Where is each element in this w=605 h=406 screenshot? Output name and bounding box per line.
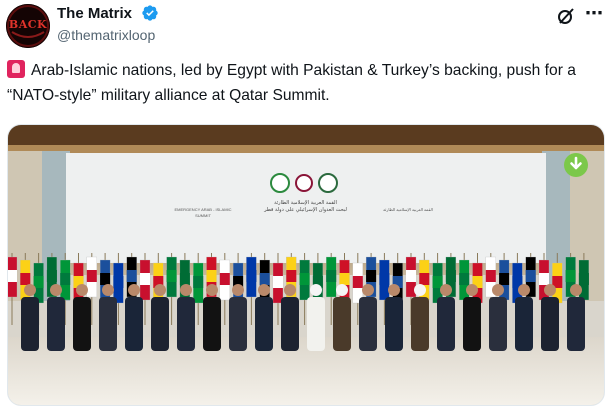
grok-icon[interactable] <box>556 6 576 26</box>
flag-stripe <box>86 270 97 282</box>
flag-stripe <box>140 273 150 285</box>
delegate-head <box>128 284 140 296</box>
flag-stripe <box>20 273 31 285</box>
delegate-head <box>388 284 400 296</box>
delegate <box>489 297 507 351</box>
summit-photo <box>8 125 604 405</box>
delegate <box>307 297 325 351</box>
banner-center-title: القمة العربية الإسلامية الطارئة <box>274 200 337 206</box>
delegate-head <box>76 284 88 296</box>
delegate <box>463 297 481 351</box>
flag-stripe <box>273 276 283 288</box>
delegate <box>333 297 351 351</box>
delegate <box>125 297 143 351</box>
delegate <box>73 297 91 351</box>
flag-stripe <box>326 270 337 282</box>
account-handle[interactable]: @thematrixloop <box>57 27 155 43</box>
delegate <box>151 297 169 351</box>
flag-stripe <box>445 270 456 282</box>
flag-stripe <box>485 270 496 282</box>
delegate <box>21 297 39 351</box>
delegate-head <box>414 284 426 296</box>
flag-stripe <box>8 270 17 282</box>
delegate-head <box>440 284 452 296</box>
flag-stripe <box>179 273 190 285</box>
delegate <box>515 297 533 351</box>
flag-stripe <box>578 273 589 285</box>
delegate-head <box>206 284 218 296</box>
post-header: BACK The Matrix @thematrixloop ⋯ <box>0 0 605 52</box>
delegate-head <box>180 284 192 296</box>
delegate <box>255 297 273 351</box>
flag-stripe <box>499 273 510 285</box>
delegate <box>281 297 299 351</box>
avatar[interactable]: BACK <box>6 4 50 48</box>
flag-stripe <box>193 276 204 288</box>
flag-stripe <box>100 273 111 285</box>
delegate-head <box>310 284 322 296</box>
flag-stripe <box>565 270 576 282</box>
delegate <box>437 297 455 351</box>
delegate-head <box>492 284 504 296</box>
flag-stripe <box>259 273 270 285</box>
delegate <box>47 297 65 351</box>
flag-stripe <box>459 273 470 285</box>
delegate-head <box>24 284 36 296</box>
flag-stripe <box>113 276 124 288</box>
flag-stripe <box>419 273 430 285</box>
flag-stripe <box>246 270 257 282</box>
siren-emoji-icon <box>7 60 25 78</box>
delegate-head <box>154 284 166 296</box>
flag-stripe <box>60 273 71 285</box>
delegate <box>229 297 247 351</box>
banner-center-subtitle: لبحث العدوان الإسرائيلي على دولة قطر <box>264 207 347 213</box>
post-media-image[interactable]: القمة العربية الإسلامية الطارئة لبحث الع… <box>7 124 605 406</box>
flag-stripe <box>286 270 297 282</box>
delegate <box>385 297 403 351</box>
more-options-icon[interactable]: ⋯ <box>584 2 604 26</box>
flag-stripe <box>406 270 416 282</box>
flag-stripe <box>126 270 137 282</box>
delegate <box>541 297 559 351</box>
banner-center-text: القمة العربية الإسلامية الطارئة لبحث الع… <box>248 200 363 214</box>
verified-badge-icon <box>142 5 158 21</box>
delegate <box>411 297 429 351</box>
delegate-head <box>284 284 296 296</box>
flag-stripe <box>339 273 350 285</box>
display-name[interactable]: The Matrix <box>57 5 132 22</box>
flag-stripe <box>33 276 44 288</box>
flag-stripe <box>379 273 390 285</box>
download-icon[interactable] <box>563 152 589 178</box>
delegate <box>203 297 221 351</box>
delegate <box>177 297 195 351</box>
banner-left-text: EMERGENCY ARAB - ISLAMIC SUMMIT <box>174 207 232 218</box>
delegate-head <box>518 284 530 296</box>
delegate-head <box>544 284 556 296</box>
delegate-head <box>232 284 244 296</box>
delegate <box>359 297 377 351</box>
delegate-head <box>336 284 348 296</box>
flag-stripe <box>166 270 177 282</box>
avatar-logo-text: BACK <box>8 18 48 31</box>
flag-stripe <box>366 270 377 282</box>
flag-stripe <box>206 270 217 282</box>
post-body: Arab-Islamic nations, led by Egypt with … <box>7 62 576 104</box>
delegate <box>567 297 585 351</box>
delegate-head <box>466 284 478 296</box>
post-text: Arab-Islamic nations, led by Egypt with … <box>7 58 599 108</box>
flag-stripe <box>525 270 536 282</box>
delegate-head <box>362 284 374 296</box>
flag-stripe <box>219 273 230 285</box>
flag-stripe <box>432 276 443 288</box>
delegate-head <box>258 284 270 296</box>
banner-right-text: القمة العربية الإسلامية الطارئة <box>383 207 433 212</box>
delegate-head <box>570 284 582 296</box>
delegate-head <box>50 284 62 296</box>
flag-stripe <box>46 270 57 282</box>
flag-stripe <box>539 273 549 285</box>
flag-stripe <box>352 276 363 288</box>
delegate-head <box>102 284 114 296</box>
delegate <box>99 297 117 351</box>
flag-stripe <box>299 273 310 285</box>
